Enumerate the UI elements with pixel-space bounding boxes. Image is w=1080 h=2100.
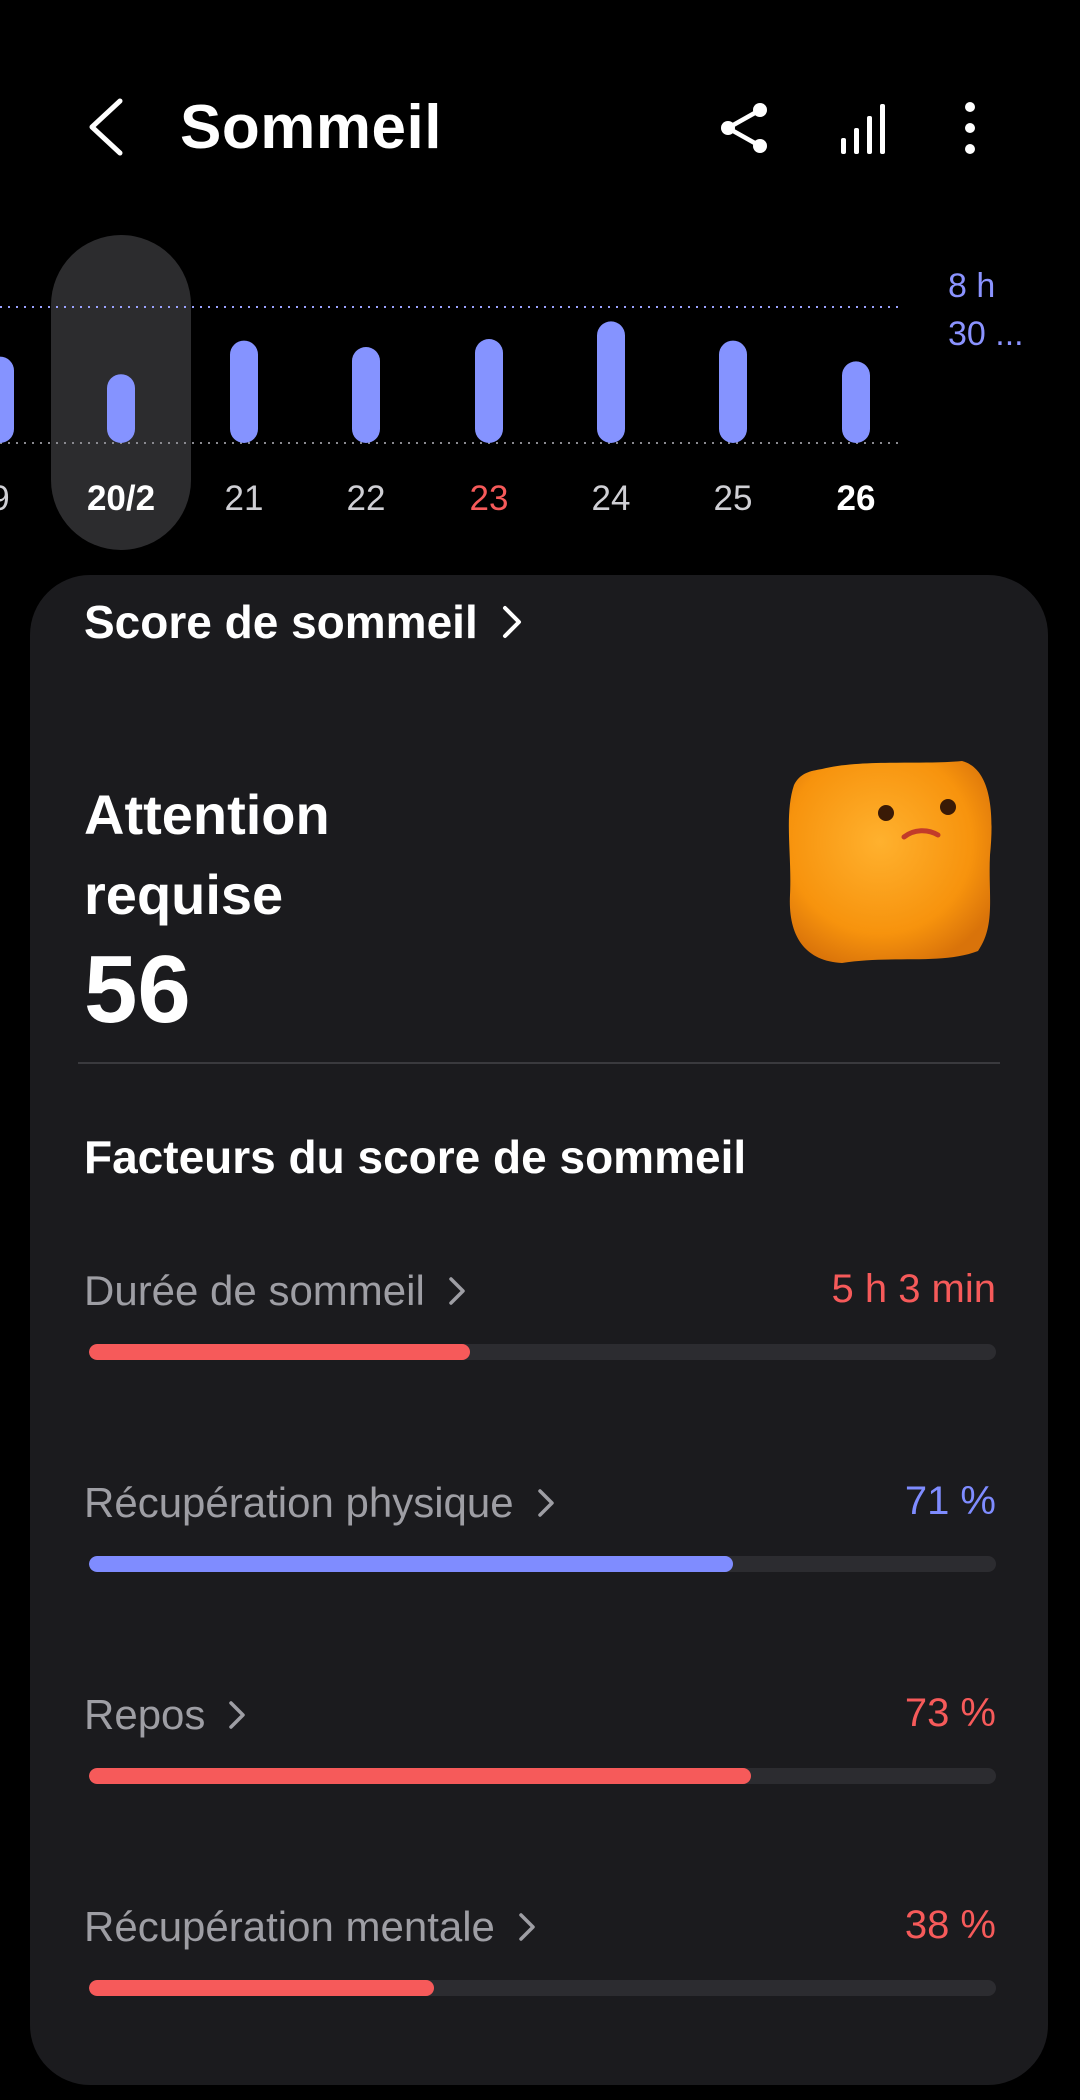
factor-progress-track xyxy=(89,1556,996,1572)
app-header: Sommeil xyxy=(0,0,1080,260)
day-bar[interactable] xyxy=(719,340,747,443)
mascot-image xyxy=(788,761,992,963)
factor-label-text: Durée de sommeil xyxy=(84,1267,425,1314)
weekly-sleep-chart: 9 20/2 21 22 23 24 25 26 xyxy=(0,225,1080,565)
day-label[interactable]: 9 xyxy=(0,479,10,518)
factor-value: 38 % xyxy=(904,1903,996,1947)
factor-progress-fill xyxy=(89,1768,752,1784)
goal-label-line2: 30 ... xyxy=(948,315,1024,353)
day-bar[interactable] xyxy=(230,340,258,443)
factor-progress-fill xyxy=(89,1556,733,1572)
factor-progress-track xyxy=(89,1768,996,1784)
day-bar[interactable] xyxy=(352,347,380,443)
day-label[interactable]: 25 xyxy=(714,479,753,518)
stats-bars-icon[interactable] xyxy=(833,98,893,158)
score-status-line2: requise xyxy=(84,863,284,926)
page-title: Sommeil xyxy=(180,93,442,162)
factor-value: 71 % xyxy=(904,1479,996,1523)
day-label[interactable]: 22 xyxy=(347,479,386,518)
goal-label: 8 h 30 ... xyxy=(948,262,1024,358)
factors-title: Facteurs du score de sommeil xyxy=(84,1131,747,1183)
back-arrow-icon[interactable] xyxy=(80,95,132,159)
sleep-score-link[interactable]: Score de sommeil xyxy=(84,595,524,649)
day-bar[interactable] xyxy=(597,321,625,443)
chevron-right-icon xyxy=(229,1701,246,1729)
day-label[interactable]: 24 xyxy=(592,479,631,518)
score-status-line1: Attention xyxy=(84,783,330,846)
chevron-right-icon xyxy=(537,1489,554,1517)
day-bar[interactable] xyxy=(842,361,870,443)
chevron-right-icon xyxy=(449,1277,465,1305)
factor-progress-track xyxy=(89,1344,996,1360)
factor-label: Récupération mentale xyxy=(84,1903,537,1951)
factor-row[interactable]: Récupération mentale 38 % xyxy=(84,1903,996,2003)
factor-row[interactable]: Récupération physique 71 % xyxy=(84,1479,996,1579)
factor-value: 73 % xyxy=(904,1691,996,1735)
day-label[interactable]: 26 xyxy=(837,479,876,518)
factor-label: Durée de sommeil xyxy=(84,1267,467,1315)
weekly-sleep-chart-svg: 9 20/2 21 22 23 24 25 26 xyxy=(0,235,900,550)
score-status: Attention requise xyxy=(84,775,444,935)
day-label[interactable]: 23 xyxy=(470,479,509,518)
share-icon[interactable] xyxy=(715,98,775,158)
factor-label-text: Récupération mentale xyxy=(84,1903,495,1950)
day-bar[interactable] xyxy=(0,356,14,443)
factor-label-text: Repos xyxy=(84,1691,206,1738)
chevron-right-icon xyxy=(502,606,521,638)
sleep-score-card: Score de sommeil Attention requise 56 Fa… xyxy=(30,575,1048,2085)
factor-progress-fill xyxy=(89,1980,434,1996)
factor-value: 5 h 3 min xyxy=(831,1267,996,1311)
more-vertical-icon[interactable] xyxy=(940,98,1000,158)
factor-label: Récupération physique xyxy=(84,1479,556,1527)
sleep-score-link-label: Score de sommeil xyxy=(84,596,478,648)
divider xyxy=(78,1062,1000,1064)
day-bar[interactable] xyxy=(107,374,135,443)
factor-label: Repos xyxy=(84,1691,247,1739)
goal-label-line1: 8 h xyxy=(948,267,996,305)
day-label[interactable]: 21 xyxy=(225,479,264,518)
day-label[interactable]: 20/2 xyxy=(87,479,155,518)
factor-label-text: Récupération physique xyxy=(84,1479,514,1526)
factor-row[interactable]: Durée de sommeil 5 h 3 min xyxy=(84,1267,996,1367)
factor-progress-fill xyxy=(89,1344,470,1360)
chevron-right-icon xyxy=(519,1913,535,1941)
factor-row[interactable]: Repos 73 % xyxy=(84,1691,996,1791)
sleep-score-value: 56 xyxy=(84,936,191,1043)
factor-progress-track xyxy=(89,1980,996,1996)
day-bar[interactable] xyxy=(475,339,503,443)
